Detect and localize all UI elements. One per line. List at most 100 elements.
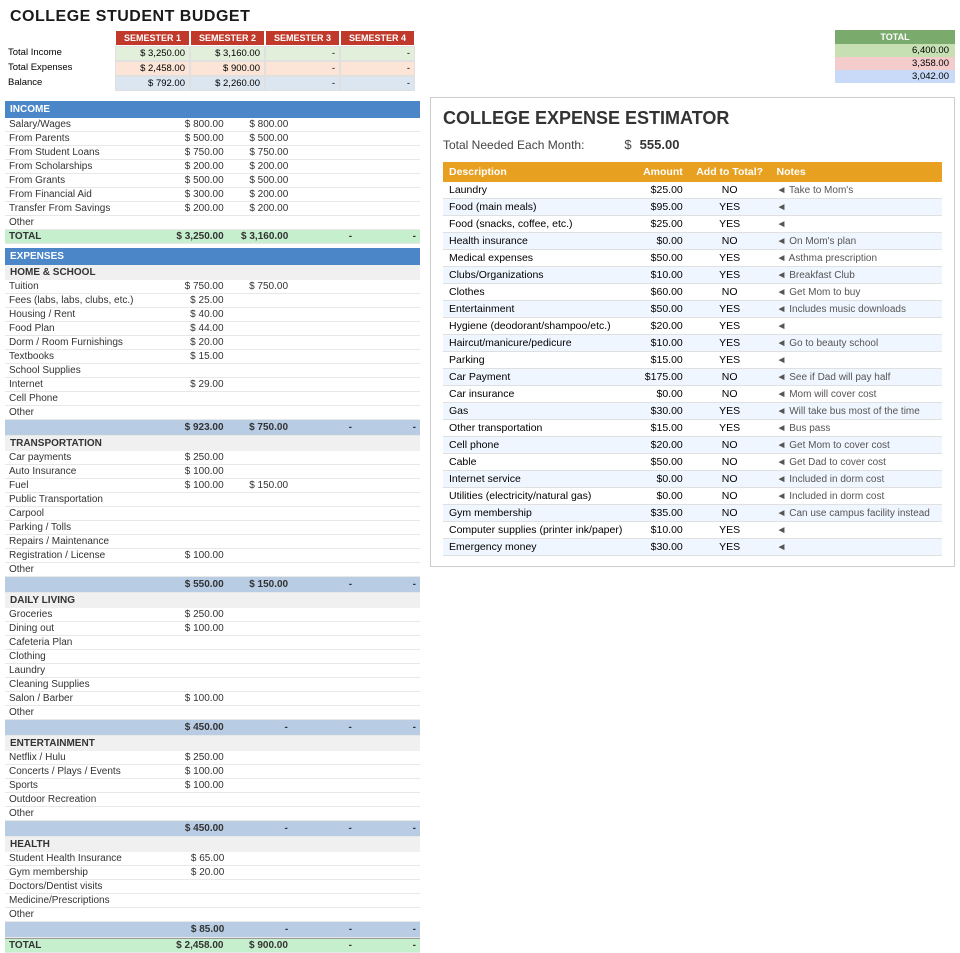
transportation-table: Car payments $ 250.00 Auto Insurance $ 1… [5,451,420,593]
estimator-row: Entertainment $50.00 YES ◄ Includes musi… [443,301,942,318]
expense-row-s4 [356,308,420,322]
income-row-s3 [292,146,356,160]
expense-row-s1 [164,880,228,894]
est-note: ◄ Breakfast Club [771,267,942,284]
expense-row-s1: $ 750.00 [163,280,227,294]
expense-row-s2 [228,664,292,678]
expense-row-s1: $ 40.00 [163,308,227,322]
expense-row: School Supplies [5,364,420,378]
expense-row: Concerts / Plays / Events $ 100.00 [5,765,420,779]
income-row-s4 [356,160,420,174]
expense-row-label: Other [5,563,163,577]
est-desc: Laundry [443,182,635,199]
expense-row: Other [5,706,420,720]
col-add: Add to Total? [689,162,771,182]
income-row-s4 [356,202,420,216]
expense-row-s2 [228,535,292,549]
est-add: YES [689,539,771,556]
income-row-s4 [356,216,420,230]
est-add: YES [689,267,771,284]
home-school-table: Tuition $ 750.00 $ 750.00 Fees (labs, la… [5,280,420,436]
expense-row-s3 [292,622,356,636]
expense-row-s4 [356,622,420,636]
est-add: NO [689,437,771,454]
balance-s2: $ 2,260.00 [190,76,265,91]
est-amount: $15.00 [635,352,689,369]
h-total-s3: - [292,922,356,938]
expense-row-s2 [228,350,292,364]
expense-row-s3 [292,563,356,577]
expense-row-s4 [356,378,420,392]
total-balance-val: 3,042.00 [835,70,955,83]
income-row-s2: $ 500.00 [228,174,293,188]
estimator-row: Health insurance $0.00 NO ◄ On Mom's pla… [443,233,942,250]
est-desc: Clothes [443,284,635,301]
est-add: NO [689,454,771,471]
est-amount: $10.00 [635,335,689,352]
expenses-section-header: EXPENSES [5,248,420,265]
est-amount: $35.00 [635,505,689,522]
left-panel: INCOME Salary/Wages $ 800.00 $ 800.00 Fr… [5,97,420,953]
expense-row-s4 [356,779,420,793]
total-income-val: 6,400.00 [835,44,955,57]
expense-row: Cell Phone [5,392,420,406]
est-note: ◄ Included in dorm cost [771,488,942,505]
expense-row: Carpool [5,507,420,521]
expense-row-s2 [228,563,292,577]
est-add: NO [689,284,771,301]
income-row-s1 [163,216,228,230]
hs-total-s2: $ 750.00 [228,420,292,436]
expense-row: Other [5,908,420,922]
expense-row-label: Concerts / Plays / Events [5,765,163,779]
expense-s2: $ 900.00 [190,61,265,76]
expense-row-s3 [292,664,356,678]
income-table: Salary/Wages $ 800.00 $ 800.00 From Pare… [5,118,420,244]
est-add: YES [689,522,771,539]
expense-row-s1 [163,493,227,507]
income-s4: - [340,46,415,61]
expense-row-s3 [292,280,356,294]
expense-row-s1: $ 44.00 [163,322,227,336]
expense-row-s1: $ 20.00 [163,336,227,350]
ent-total-s1: $ 450.00 [163,821,228,837]
expense-row-label: Auto Insurance [5,465,163,479]
income-row-s4 [356,118,420,132]
expense-row-s2 [228,866,292,880]
expense-row-s4 [356,765,420,779]
expense-row-s2 [228,549,292,563]
income-row-s1: $ 500.00 [163,174,228,188]
health-header: HEALTH [5,837,420,852]
expense-row-s3 [292,793,356,807]
expense-row-s4 [356,636,420,650]
hs-total-s3: - [292,420,356,436]
expense-row-s3 [292,350,356,364]
semester4-header: SEMESTER 4 [340,30,415,46]
expense-row-s4 [356,392,420,406]
est-add: NO [689,505,771,522]
est-note: ◄ Includes music downloads [771,301,942,318]
semester1-header: SEMESTER 1 [115,30,190,46]
income-total-row: TOTAL $ 3,250.00 $ 3,160.00 - - [5,230,420,244]
expense-row-s1: $ 250.00 [163,608,228,622]
expense-row: Laundry [5,664,420,678]
est-note: ◄ Go to beauty school [771,335,942,352]
expense-row: Public Transportation [5,493,420,507]
expense-row-s1: $ 20.00 [164,866,228,880]
est-amount: $25.00 [635,216,689,233]
expense-row-s4 [356,294,420,308]
col-desc: Description [443,162,635,182]
income-row-s2: $ 500.00 [228,132,293,146]
expense-row: Auto Insurance $ 100.00 [5,465,420,479]
expense-row-s2 [228,378,292,392]
expense-row-s4 [356,807,420,821]
est-desc: Hygiene (deodorant/shampoo/etc.) [443,318,635,335]
estimator-row: Gym membership $35.00 NO ◄ Can use campu… [443,505,942,522]
expense-row-s2 [228,751,292,765]
expense-row-s2 [228,493,292,507]
estimator-total-label: Total Needed Each Month: [443,138,584,152]
est-add: NO [689,471,771,488]
est-desc: Gym membership [443,505,635,522]
income-total-s1: $ 3,250.00 [163,230,228,244]
expense-row-s1 [164,894,228,908]
est-add: NO [689,182,771,199]
